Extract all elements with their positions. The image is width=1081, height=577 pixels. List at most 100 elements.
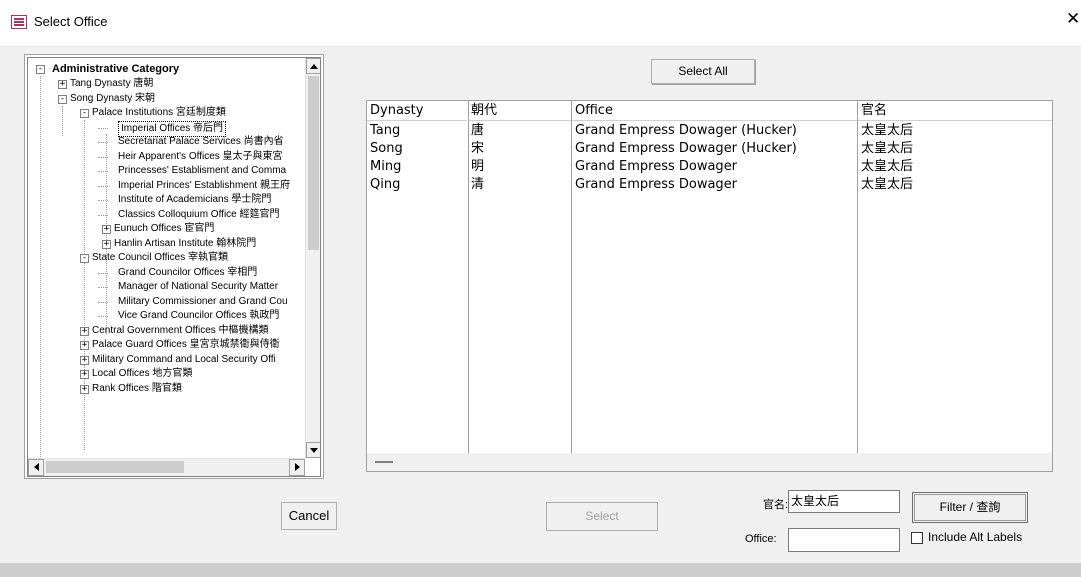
tree-node[interactable]: Military Command and Local Security Offi [92, 353, 276, 367]
table-cell[interactable]: 明 [468, 158, 484, 175]
guanming-input[interactable]: 太皇太后 [788, 490, 900, 513]
column-header-office-chinese[interactable]: 官名 [858, 101, 1052, 121]
tree-node[interactable]: Rank Offices 階官類 [92, 382, 182, 396]
tree-horizontal-scrollbar[interactable] [28, 458, 305, 476]
tree-node[interactable]: Tang Dynasty 唐朝 [70, 77, 153, 91]
tree-root[interactable]: Administrative Category [52, 62, 179, 76]
table-cell[interactable]: Song [367, 140, 403, 157]
tree-node[interactable]: Palace Institutions 宮廷制度類 [92, 106, 226, 120]
table-cell[interactable]: 太皇太后 [858, 176, 913, 193]
tree-node[interactable]: Vice Grand Councilor Offices 執政門 [118, 309, 279, 323]
tree-connector [98, 272, 108, 274]
tree-content: - Administrative Category + Tang Dynasty … [28, 58, 305, 458]
tree-connector [98, 214, 108, 216]
scroll-thumb[interactable] [308, 76, 319, 250]
tree-connector [98, 142, 108, 143]
scroll-up-button[interactable] [306, 58, 320, 74]
scroll-left-button[interactable] [28, 459, 44, 476]
new-record-marker [375, 461, 393, 463]
tree-node[interactable]: Princesses' Establisment and Comma [118, 164, 286, 178]
tree-node[interactable]: Eunuch Offices 宦官門 [114, 222, 214, 236]
tree-node[interactable]: Local Offices 地方官類 [92, 367, 192, 381]
tree-guide-line [62, 106, 63, 136]
office-label: Office: [745, 533, 777, 545]
tree-node[interactable]: State Council Offices 宰執官類 [92, 251, 228, 265]
table-cell[interactable]: 太皇太后 [858, 140, 913, 157]
form-icon [11, 15, 27, 29]
results-list[interactable]: Dynasty 朝代 Office 官名 Tang 唐 Grand Empress … [366, 100, 1053, 472]
include-alt-labels-checkbox[interactable] [911, 532, 923, 544]
cancel-button[interactable]: Cancel [281, 502, 337, 530]
table-cell[interactable]: Ming [367, 158, 401, 175]
table-cell[interactable]: Tang [367, 122, 400, 139]
tree-connector [98, 185, 108, 187]
tree-expander[interactable]: + [102, 225, 111, 234]
tree-guide-line [84, 120, 85, 450]
office-input[interactable] [788, 528, 900, 552]
tree-node[interactable]: Palace Guard Offices 皇宮京城禁衛與侍衛 [92, 338, 280, 352]
tree-expander[interactable]: + [58, 80, 67, 89]
table-cell[interactable]: 宋 [468, 140, 484, 157]
tree-node[interactable]: Song Dynasty 宋朝 [70, 92, 155, 106]
tree-connector [98, 287, 108, 288]
tree-node[interactable]: Secretariat Palace Services 尚書內省 [118, 135, 284, 149]
column-header-office[interactable]: Office [572, 101, 857, 121]
window-title: Select Office [34, 14, 108, 29]
tree-connector [98, 301, 108, 303]
tree-guide-line [40, 76, 41, 458]
include-alt-labels-label[interactable]: Include Alt Labels [928, 530, 1022, 544]
tree-node[interactable]: Heir Apparent's Offices 皇太子與東宮 [118, 150, 283, 164]
tree-connector [98, 200, 108, 201]
table-cell[interactable]: Grand Empress Dowager (Hucker) [572, 122, 797, 139]
tree-node[interactable]: Military Commissioner and Grand Cou [118, 295, 288, 309]
tree-expander[interactable]: + [80, 370, 89, 379]
table-cell[interactable]: 太皇太后 [858, 158, 913, 175]
table-cell[interactable]: Grand Empress Dowager [572, 176, 737, 193]
tree-expander[interactable]: + [80, 326, 89, 336]
tree-expander[interactable]: - [58, 94, 67, 104]
category-tree[interactable]: - Administrative Category + Tang Dynasty … [24, 54, 324, 479]
filter-button[interactable]: Filter / 查詢 [912, 492, 1028, 523]
tree-expander[interactable]: - [36, 65, 45, 74]
column-header-dynasty[interactable]: Dynasty [367, 101, 467, 121]
tree-node[interactable]: Central Government Offices 中樞機構類 [92, 324, 269, 338]
tree-node[interactable]: Manager of National Security Matter [118, 280, 278, 294]
scroll-down-button[interactable] [306, 442, 320, 458]
title-bar: Select Office ✕ [0, 0, 1081, 47]
select-all-button[interactable]: Select All [651, 59, 755, 84]
tree-connector [98, 316, 108, 317]
tree-guide-line [106, 134, 107, 334]
tree-connector [98, 127, 108, 129]
tree-node[interactable]: Hanlin Artisan Institute 翰林院門 [114, 237, 256, 251]
tree-node[interactable]: Classics Colloquium Office 經筵官門 [118, 208, 280, 222]
tree-expander[interactable]: + [80, 341, 89, 350]
table-cell[interactable]: 太皇太后 [858, 122, 913, 139]
table-cell[interactable]: Grand Empress Dowager [572, 158, 737, 175]
arrow-right-icon [295, 463, 300, 471]
tree-expander[interactable]: + [102, 239, 111, 249]
table-cell[interactable]: 唐 [468, 122, 484, 139]
close-icon[interactable]: ✕ [1066, 11, 1080, 28]
select-button[interactable]: Select [546, 502, 658, 531]
scroll-thumb-horizontal[interactable] [46, 461, 184, 473]
table-cell[interactable]: 清 [468, 176, 484, 193]
arrow-up-icon [310, 64, 318, 69]
status-strip [0, 563, 1081, 577]
tree-expander[interactable]: + [80, 355, 89, 365]
column-header-dynasty-chinese[interactable]: 朝代 [468, 101, 571, 121]
tree-node[interactable]: Institute of Academicians 學士院門 [118, 193, 271, 207]
tree-connector [98, 156, 108, 158]
arrow-left-icon [34, 463, 39, 471]
tree-expander[interactable]: + [80, 384, 89, 394]
tree-expander[interactable]: - [80, 109, 89, 118]
table-cell[interactable]: Grand Empress Dowager (Hucker) [572, 140, 797, 157]
tree-node[interactable]: Grand Councilor Offices 宰相門 [118, 266, 257, 280]
tree-vertical-scrollbar[interactable] [305, 58, 320, 458]
table-cell[interactable]: Qing [367, 176, 400, 193]
tree-node[interactable]: Imperial Princes' Establishment 親王府 [118, 179, 290, 193]
arrow-down-icon [310, 448, 318, 453]
tree-connector [98, 171, 108, 172]
guanming-label: 官名: [763, 499, 789, 511]
tree-expander[interactable]: - [80, 254, 89, 263]
scroll-right-button[interactable] [289, 459, 305, 476]
